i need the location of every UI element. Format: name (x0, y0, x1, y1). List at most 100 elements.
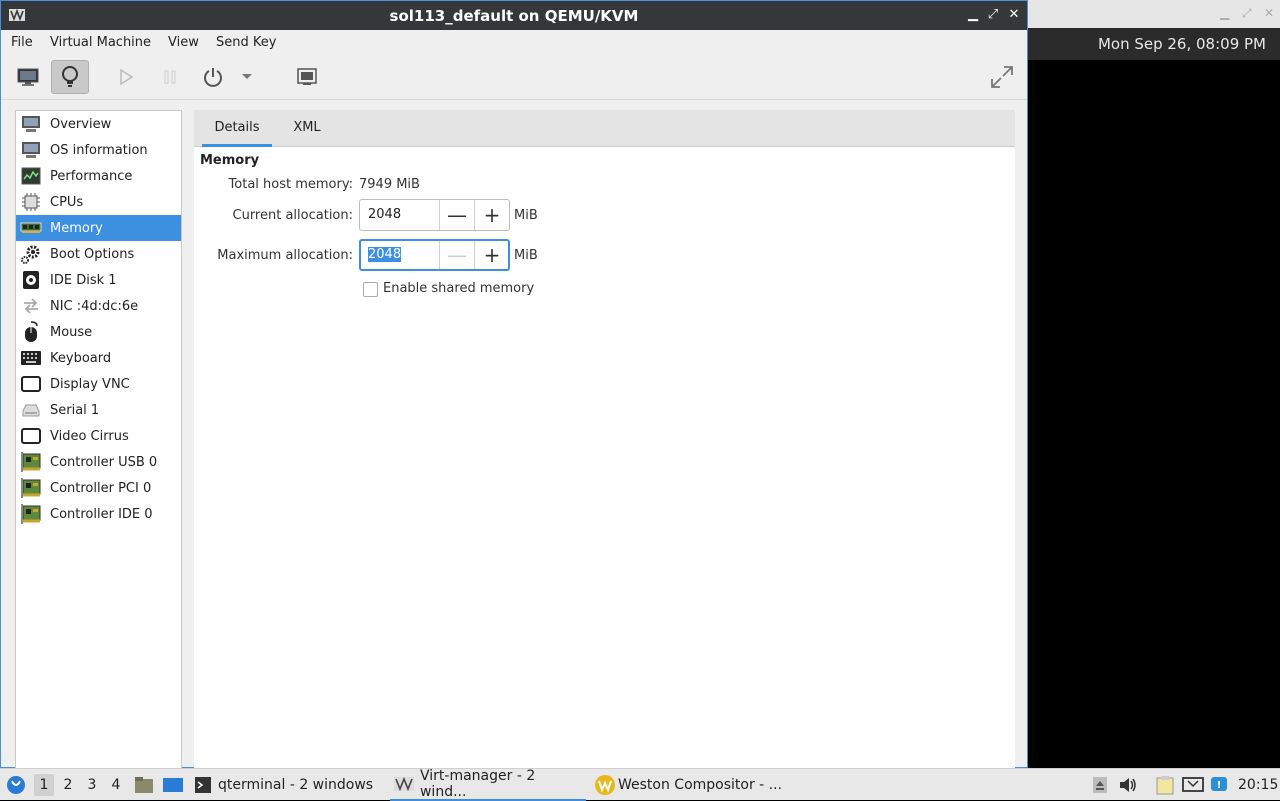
fullscreen-icon (991, 66, 1013, 88)
start-menu-button[interactable] (6, 769, 26, 801)
maximum-allocation-spinner[interactable]: 2048 — + (359, 239, 510, 271)
sidebar-item-mouse[interactable]: Mouse (16, 319, 181, 345)
monitor-icon (20, 139, 42, 161)
menu-view[interactable]: View (168, 35, 199, 50)
chevron-down-icon (242, 74, 252, 79)
taskbar: 1 2 3 4 qterminal - 2 windows Virt-manag… (0, 768, 1280, 801)
file-manager-launcher[interactable] (134, 769, 154, 801)
controller-icon (20, 503, 42, 525)
close-button[interactable]: ✕ (1006, 7, 1022, 23)
pause-button[interactable] (151, 60, 189, 94)
snapshots-button[interactable] (288, 60, 326, 94)
vm-window: sol113_default on QEMU/KVM ▁ ⤢ ✕ File Vi… (0, 0, 1028, 770)
controller-icon (20, 451, 42, 473)
task-weston[interactable]: Weston Compositor - ... (594, 769, 790, 801)
workspace-1[interactable]: 1 (34, 774, 54, 796)
disk-icon (20, 269, 42, 291)
task-qterminal[interactable]: qterminal - 2 windows (194, 769, 380, 801)
current-allocation-spinner[interactable]: 2048 — + (359, 199, 510, 231)
current-allocation-input[interactable]: 2048 (368, 207, 401, 222)
snapshot-icon (297, 68, 317, 85)
current-allocation-label: Current allocation: (232, 208, 354, 223)
lightbulb-icon (62, 66, 78, 87)
network-tray-icon (1182, 777, 1204, 792)
current-allocation-unit: MiB (514, 208, 538, 223)
clipboard-button[interactable] (1156, 769, 1174, 801)
details-panel: Details XML Memory Total host memory: 79… (194, 110, 1015, 770)
video-icon (20, 425, 42, 447)
task-virt-manager[interactable]: Virt-manager - 2 wind... (390, 768, 586, 801)
workspace-4[interactable]: 4 (106, 774, 126, 796)
cpu-icon (20, 191, 42, 213)
sidebar-item-controller-usb-0[interactable]: Controller USB 0 (16, 449, 181, 475)
clipboard-icon (1156, 776, 1174, 795)
tray-up-button[interactable] (1092, 769, 1108, 801)
fullscreen-button[interactable] (983, 60, 1021, 94)
maximum-allocation-label: Maximum allocation: (217, 248, 353, 263)
menu-send-key[interactable]: Send Key (216, 35, 276, 50)
desktop-launcher[interactable] (162, 769, 184, 801)
network-tray-button[interactable] (1182, 769, 1204, 801)
virt-manager-icon (394, 777, 414, 791)
window-titlebar[interactable]: sol113_default on QEMU/KVM ▁ ⤢ ✕ (1, 1, 1027, 30)
weston-icon (595, 775, 615, 795)
run-button[interactable] (107, 60, 145, 94)
sidebar-item-boot-options[interactable]: Boot Options (16, 241, 181, 267)
sidebar-item-video-cirrus[interactable]: Video Cirrus (16, 423, 181, 449)
menubar: File Virtual Machine View Send Key (1, 30, 1027, 56)
shutdown-button[interactable] (194, 60, 232, 94)
volume-icon (1120, 778, 1136, 792)
sidebar-item-nic[interactable]: NIC :4d:dc:6e (16, 293, 181, 319)
tab-bar: Details XML (194, 110, 1015, 147)
display-icon (20, 373, 42, 395)
sidebar-item-cpus[interactable]: CPUs (16, 189, 181, 215)
shutdown-menu-button[interactable] (235, 60, 259, 94)
details-button[interactable] (51, 60, 89, 94)
monitor-icon (20, 113, 42, 135)
eject-icon (1093, 777, 1107, 793)
sidebar-item-memory[interactable]: Memory (16, 215, 181, 241)
minimize-button[interactable]: ▁ (965, 7, 981, 23)
minimize-icon[interactable]: ▁ (1220, 6, 1229, 20)
taskbar-clock[interactable]: 20:15 (1238, 769, 1278, 801)
sidebar-item-serial-1[interactable]: Serial 1 (16, 397, 181, 423)
menu-file[interactable]: File (11, 35, 33, 50)
sidebar-item-controller-ide-0[interactable]: Controller IDE 0 (16, 501, 181, 527)
background-window: ▁ ⤢ ✕ Mon Sep 26, 08:09 PM (1028, 0, 1280, 768)
file-manager-icon (135, 777, 153, 793)
background-clock: Mon Sep 26, 08:09 PM (1097, 35, 1266, 53)
menu-virtual-machine[interactable]: Virtual Machine (50, 35, 151, 50)
sidebar-item-display-vnc[interactable]: Display VNC (16, 371, 181, 397)
workspace-3[interactable]: 3 (82, 774, 102, 796)
sidebar-item-overview[interactable]: Overview (16, 111, 181, 137)
shared-memory-checkbox[interactable] (363, 282, 378, 297)
sidebar-item-performance[interactable]: Performance (16, 163, 181, 189)
sidebar-item-controller-pci-0[interactable]: Controller PCI 0 (16, 475, 181, 501)
performance-icon (20, 165, 42, 187)
update-notifier-button[interactable]: ! (1210, 769, 1228, 801)
console-button[interactable] (9, 60, 47, 94)
workspace-2[interactable]: 2 (58, 774, 78, 796)
maximize-button[interactable]: ⤢ (985, 7, 1001, 23)
maximum-allocation-input[interactable]: 2048 (368, 247, 402, 262)
sidebar-item-keyboard[interactable]: Keyboard (16, 345, 181, 371)
memory-icon (20, 217, 42, 239)
serial-icon (20, 399, 42, 421)
window-title: sol113_default on QEMU/KVM (389, 7, 639, 25)
app-launcher-icon (7, 776, 25, 794)
decrement-button[interactable]: — (439, 200, 474, 230)
decrement-button[interactable]: — (439, 241, 474, 269)
volume-button[interactable] (1118, 769, 1138, 801)
desktop-icon (163, 778, 183, 792)
tab-xml[interactable]: XML (278, 110, 336, 147)
sidebar-item-os-information[interactable]: OS information (16, 137, 181, 163)
sidebar-item-ide-disk-1[interactable]: IDE Disk 1 (16, 267, 181, 293)
gear-icon (20, 243, 42, 265)
close-icon[interactable]: ✕ (1264, 6, 1274, 20)
toolbar (1, 56, 1027, 100)
info-icon: ! (1211, 777, 1227, 791)
increment-button[interactable]: + (474, 241, 509, 269)
maximize-icon[interactable]: ⤢ (1242, 6, 1252, 21)
tab-details[interactable]: Details (202, 110, 272, 147)
increment-button[interactable]: + (474, 200, 509, 230)
